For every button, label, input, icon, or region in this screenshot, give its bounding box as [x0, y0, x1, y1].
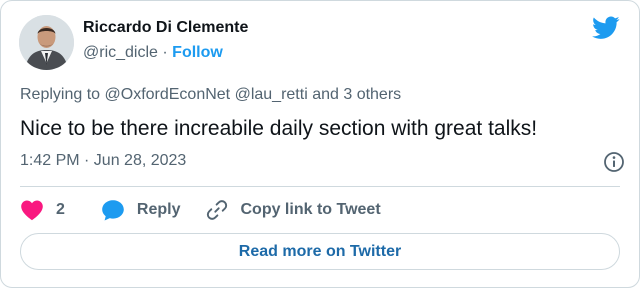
link-icon — [207, 200, 228, 220]
mention-link[interactable]: @lau_retti — [235, 86, 308, 103]
embedded-tweet-card: Riccardo Di Clemente @ric_dicle · Follow… — [0, 0, 640, 288]
read-more-button[interactable]: Read more on Twitter — [20, 233, 620, 270]
action-bar: 2 Reply Copy link to Tweet — [20, 197, 381, 223]
replying-to-line: Replying to @OxfordEconNet @lau_retti an… — [20, 85, 401, 105]
follow-link[interactable]: Follow — [172, 44, 223, 61]
divider — [20, 186, 620, 187]
like-button[interactable]: 2 — [20, 199, 65, 221]
author-block: Riccardo Di Clemente @ric_dicle · Follow — [83, 17, 248, 64]
reply-label: Reply — [136, 201, 181, 218]
reply-bubble-icon — [102, 200, 124, 221]
twitter-bird-icon[interactable] — [592, 16, 620, 40]
reply-button[interactable]: Reply — [101, 199, 181, 221]
mention-link[interactable]: @OxfordEconNet — [105, 86, 231, 103]
replying-prefix: Replying to — [20, 86, 101, 103]
separator-dot: · — [162, 44, 168, 61]
avatar[interactable] — [19, 15, 74, 70]
replying-suffix[interactable]: and 3 others — [312, 86, 401, 103]
author-handle[interactable]: @ric_dicle — [83, 44, 158, 61]
copy-link-label: Copy link to Tweet — [240, 201, 381, 218]
like-count: 2 — [56, 201, 65, 218]
author-handle-line: @ric_dicle · Follow — [83, 42, 248, 64]
tweet-text: Nice to be there increabile daily sectio… — [20, 117, 538, 140]
author-name[interactable]: Riccardo Di Clemente — [83, 17, 248, 39]
tweet-timestamp[interactable]: 1:42 PM · Jun 28, 2023 — [20, 151, 186, 171]
heart-icon — [21, 200, 43, 221]
copy-link-button[interactable]: Copy link to Tweet — [206, 199, 381, 221]
info-icon[interactable] — [603, 151, 625, 173]
